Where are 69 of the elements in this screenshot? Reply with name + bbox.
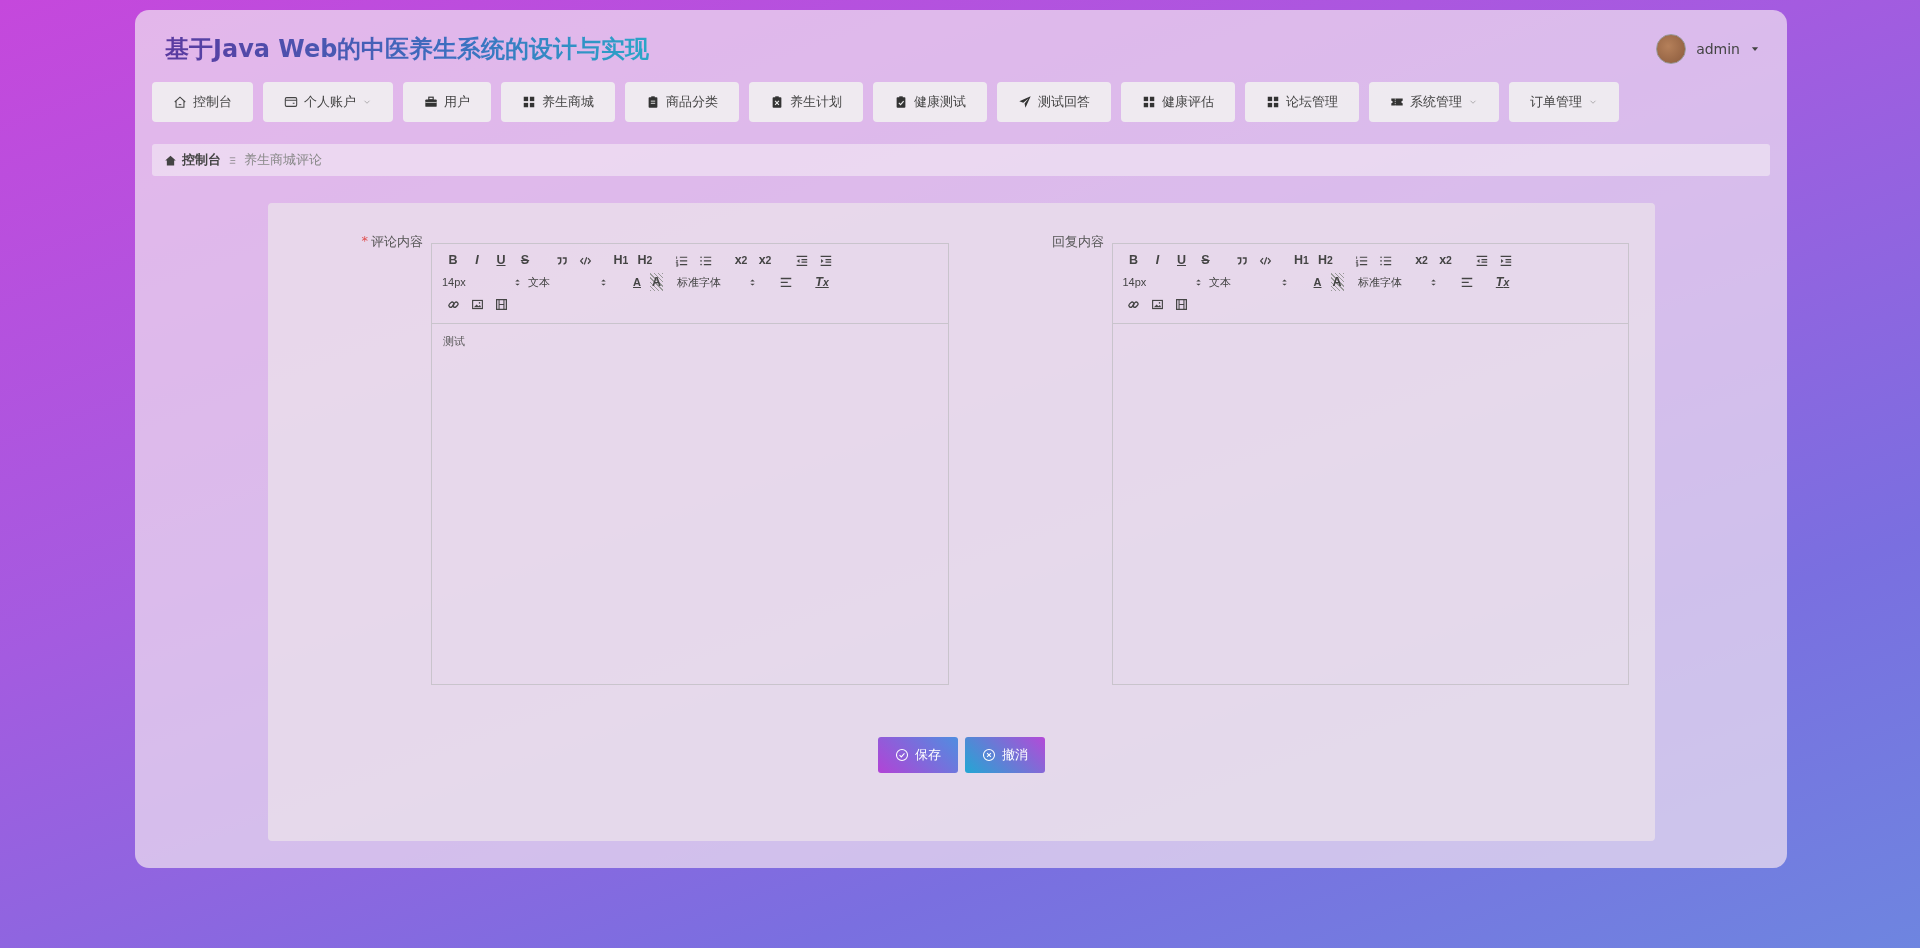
breadcrumb-current: 养生商城评论	[244, 151, 322, 169]
app-title: 基于Java Web的中医养生系统的设计与实现	[165, 33, 650, 65]
format-select[interactable]: 14px	[442, 273, 526, 291]
save-button[interactable]: 保存	[878, 737, 958, 773]
indent-icon	[1499, 253, 1512, 267]
nav-menu-item[interactable]: 养生商城	[501, 82, 615, 122]
image-icon	[1151, 297, 1164, 311]
clipboard-x-icon	[770, 95, 784, 109]
strikethrough-button[interactable]: S	[1194, 251, 1217, 269]
bold-button[interactable]: B	[442, 251, 464, 269]
sort-arrows-icon	[599, 277, 608, 287]
indent-icon	[818, 253, 832, 267]
italic-button[interactable]: I	[1146, 251, 1169, 269]
outdent-icon	[794, 253, 808, 267]
wallet-icon	[284, 95, 298, 109]
grid-icon	[1266, 95, 1280, 109]
home-icon	[173, 95, 187, 109]
nav-menu-item[interactable]: 论坛管理	[1245, 82, 1359, 122]
text-color-button[interactable]: A	[626, 273, 648, 291]
required-marker: *	[361, 233, 368, 250]
grid-icon	[522, 95, 536, 109]
nav-menu-item[interactable]: 个人账户	[263, 82, 393, 122]
film-icon	[494, 297, 508, 311]
ordered-list-icon	[674, 253, 688, 267]
align-left-icon	[779, 275, 794, 289]
underline-button[interactable]: U	[1170, 251, 1193, 269]
format-select[interactable]: 标准字体	[1357, 273, 1442, 291]
breadcrumb-link[interactable]: 控制台	[182, 151, 221, 169]
editor-text: 测试	[443, 335, 465, 348]
grid-icon	[1142, 95, 1156, 109]
clipboard-check-icon	[894, 95, 908, 109]
avatar[interactable]	[1656, 34, 1687, 64]
strikethrough-button[interactable]: S	[514, 251, 536, 269]
separator-icon	[227, 154, 238, 166]
format-select[interactable]: 文本	[1208, 273, 1293, 291]
text-color-button[interactable]: A	[1306, 273, 1329, 291]
nav-menu-item[interactable]: 健康评估	[1121, 82, 1235, 122]
format-select[interactable]: 文本	[528, 273, 612, 291]
nav-menu-item[interactable]: 健康测试	[873, 82, 987, 122]
nav-menu-item[interactable]: 控制台	[152, 82, 253, 122]
outdent-icon	[1475, 253, 1488, 267]
home-icon	[164, 153, 177, 167]
highlight-button[interactable]: A	[1330, 273, 1344, 291]
film-icon	[1175, 297, 1188, 311]
field-label: 回复内容	[1051, 233, 1104, 251]
image-icon	[470, 297, 484, 311]
format-select[interactable]: 标准字体	[677, 273, 762, 291]
nav-menu-item[interactable]: 用户	[403, 82, 491, 122]
cancel-button[interactable]: 撤消	[965, 737, 1045, 773]
close-circle-icon	[982, 748, 996, 762]
ordered-list-icon	[1355, 253, 1368, 267]
bold-button[interactable]: B	[1122, 251, 1145, 269]
format-select[interactable]: 14px	[1122, 273, 1207, 291]
nav-menu-item[interactable]: 系统管理	[1369, 82, 1499, 122]
italic-button[interactable]: I	[466, 251, 488, 269]
briefcase-icon	[424, 95, 438, 109]
nav-menu-item[interactable]: 商品分类	[625, 82, 739, 122]
sort-arrows-icon	[513, 277, 522, 287]
check-circle-icon	[895, 748, 909, 762]
nav-menu-item[interactable]: 养生计划	[749, 82, 863, 122]
underline-button[interactable]: U	[490, 251, 512, 269]
paper-plane-icon	[1018, 95, 1032, 109]
align-left-icon	[1459, 275, 1474, 289]
field-label: 评论内容	[371, 233, 423, 251]
nav-menu-item[interactable]: 测试回答	[997, 82, 1111, 122]
nav-menu-item[interactable]: 订单管理	[1509, 82, 1619, 122]
username[interactable]: admin	[1696, 41, 1740, 57]
highlight-button[interactable]: A	[650, 273, 664, 291]
clipboard-icon	[646, 95, 660, 109]
